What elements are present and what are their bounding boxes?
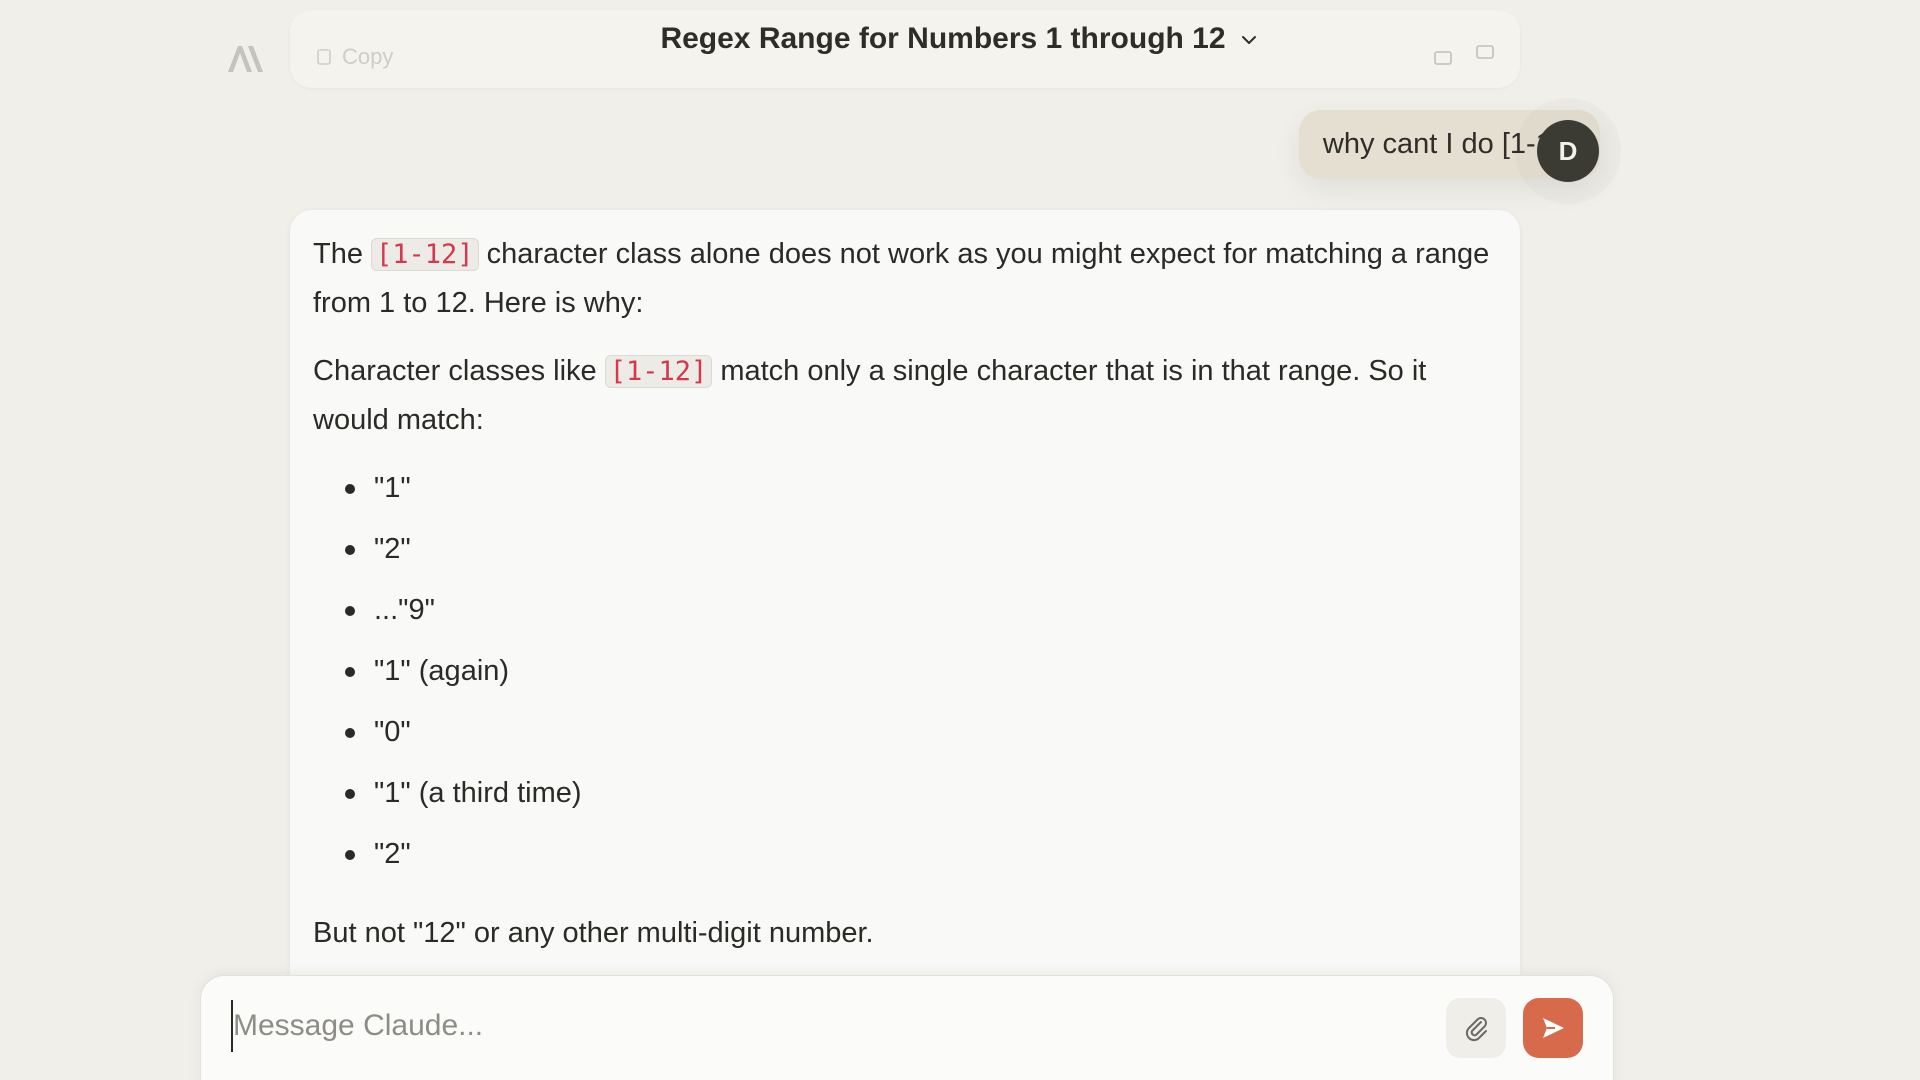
list-item: ..."9" [313,586,1497,647]
response-paragraph-3: But not "12" or any other multi-digit nu… [313,917,874,949]
list-item: "1" [313,464,1497,525]
chevron-down-icon [1241,36,1256,44]
send-button[interactable] [1523,998,1583,1058]
message-composer [200,975,1614,1080]
inline-code: [1-12] [604,355,713,388]
list-item: "1" (again) [313,647,1497,708]
send-icon [1543,1018,1564,1038]
text-span: Character classes like [313,355,605,387]
chat-title-dropdown[interactable]: Regex Range for Numbers 1 through 12 [660,22,1259,56]
response-paragraph-2: Character classes like [1-12] match only… [313,347,1497,444]
chat-header: Regex Range for Numbers 1 through 12 [0,0,1920,78]
message-input[interactable] [231,1000,1411,1052]
text-span: The [313,238,372,270]
paperclip-icon [1465,1017,1487,1042]
list-item: "2" [313,830,1497,891]
response-paragraph-1: The [1-12] character class alone does no… [313,230,1497,327]
assistant-message-card: The [1-12] character class alone does no… [290,210,1520,1080]
list-item: "0" [313,708,1497,769]
user-avatar[interactable]: D [1537,120,1599,182]
match-list: "1" "2" ..."9" "1" (again) "0" "1" (a th… [313,464,1497,891]
list-item: "1" (a third time) [313,769,1497,830]
chat-app: Copy Regex Range for Numbers 1 through 1… [0,0,1920,1080]
inline-code: [1-12] [371,238,479,271]
chat-title: Regex Range for Numbers 1 through 12 [660,22,1226,55]
list-item: "2" [313,525,1497,586]
text-span: character class alone does not work as y… [313,238,1490,319]
attach-button[interactable] [1446,998,1506,1058]
